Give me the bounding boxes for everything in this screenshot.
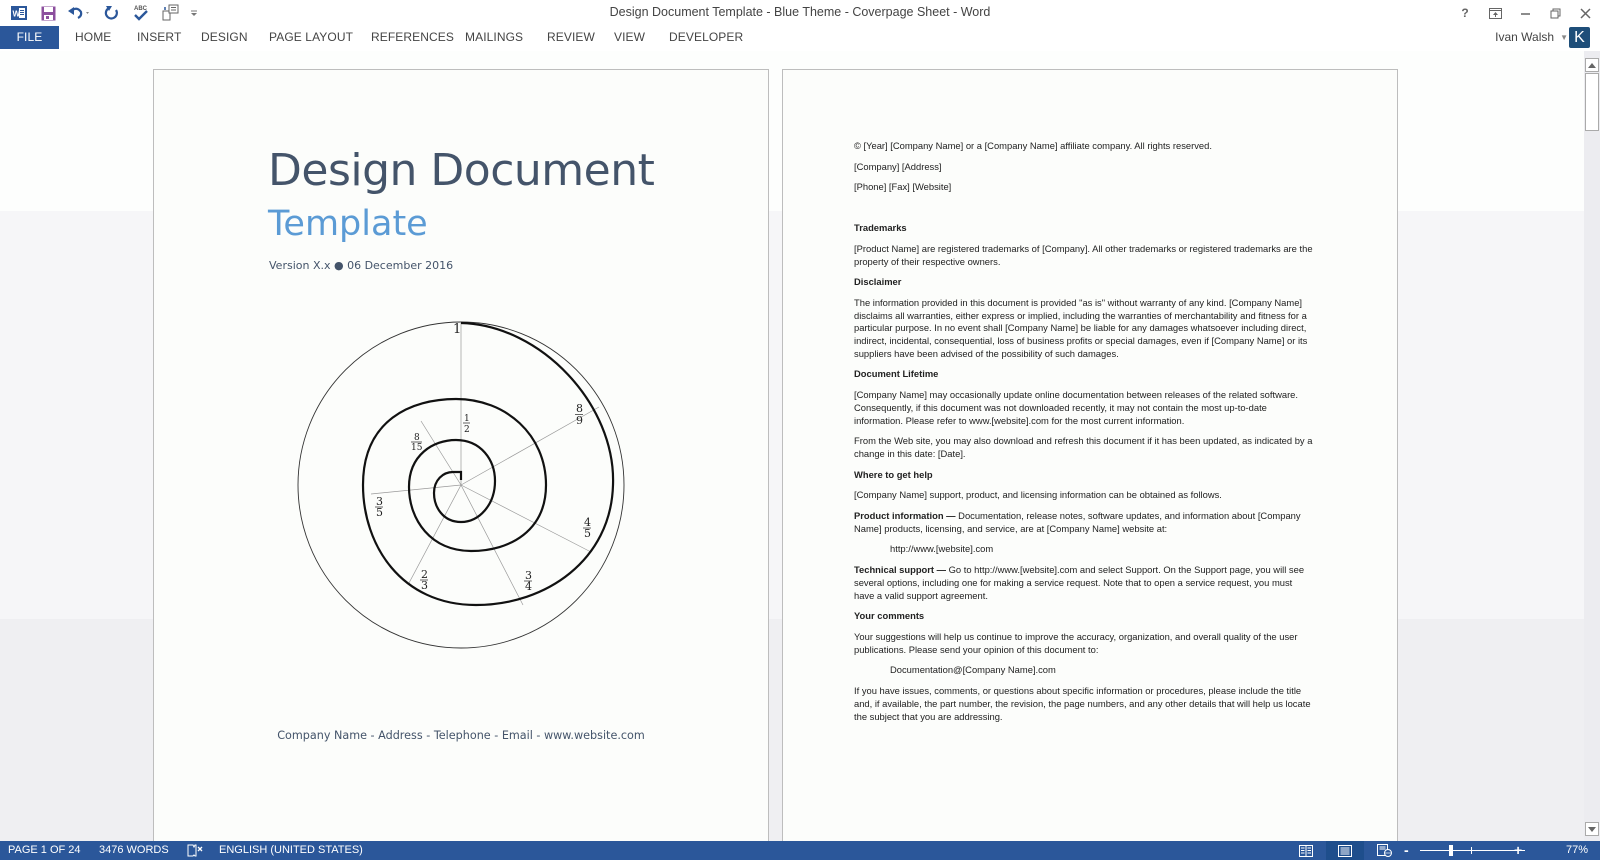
product-url[interactable]: http://www.[website].com: [854, 543, 1314, 556]
zoom-slider-track[interactable]: [1420, 850, 1525, 851]
tab-review[interactable]: REVIEW: [547, 26, 595, 49]
issues-text: If you have issues, comments, or questio…: [854, 685, 1311, 722]
read-mode-button[interactable]: [1288, 841, 1324, 860]
ribbon-tabs: FILE HOME INSERT DESIGN PAGE LAYOUT REFE…: [0, 26, 1600, 51]
tab-home[interactable]: HOME: [75, 26, 111, 49]
scrollbar-thumb[interactable]: [1585, 73, 1599, 131]
spiral-curve: [361, 321, 615, 607]
spiral-label-8-15: 8: [414, 433, 420, 443]
restore-button[interactable]: [1540, 0, 1570, 26]
legal-content: © [Year] [Company Name] or a [Company Na…: [854, 140, 1314, 731]
spiral-spokes: [370, 323, 600, 606]
title-bar: W ABC Design Document Template - Blue Th…: [0, 0, 1600, 26]
trademarks-text: [Product Name] are registered trademarks…: [854, 242, 1313, 267]
tab-mailings[interactable]: MAILINGS: [465, 26, 523, 49]
web-layout-icon: [1376, 844, 1392, 857]
tech-support-label: Technical support —: [854, 564, 947, 576]
user-account-menu[interactable]: Ivan Walsh ▼: [1495, 28, 1568, 50]
read-mode-icon: [1299, 844, 1313, 857]
arrow-up-icon: [1588, 62, 1596, 68]
spiral-label-1-2: 1: [464, 414, 470, 424]
word-count[interactable]: 3476 WORDS: [99, 841, 169, 860]
lifetime-heading: Document Lifetime: [854, 368, 939, 380]
cover-title: Design Document: [268, 145, 655, 196]
tab-developer[interactable]: DEVELOPER: [669, 26, 743, 49]
spiral-label-3-5-den: 5: [376, 506, 383, 519]
web-layout-button[interactable]: [1366, 841, 1402, 860]
cover-footer: Company Name - Address - Telephone - Ema…: [277, 729, 645, 742]
spiral-label-1: 1: [453, 322, 461, 337]
tab-file[interactable]: FILE: [0, 26, 59, 49]
disclaimer-text: The information provided in this documen…: [854, 296, 1308, 359]
status-bar: PAGE 1 OF 24 3476 WORDS ENGLISH (UNITED …: [0, 841, 1600, 860]
cover-version-date: Version X.x ● 06 December 2016: [269, 259, 454, 272]
lifetime-text-1: [Company Name] may occasionally update o…: [854, 389, 1299, 426]
document-canvas[interactable]: Design Document Template Version X.x ● 0…: [0, 51, 1584, 841]
minimize-button[interactable]: [1510, 0, 1540, 26]
scroll-up-button[interactable]: [1585, 58, 1599, 72]
window-controls: ?: [1450, 0, 1600, 26]
tab-design[interactable]: DESIGN: [201, 26, 248, 49]
zoom-out-button[interactable]: -: [1404, 841, 1409, 860]
page-count[interactable]: PAGE 1 OF 24: [8, 841, 81, 860]
tab-view[interactable]: VIEW: [614, 26, 645, 49]
spiral-label-8-15-den: 15: [411, 443, 423, 453]
spiral-label-1-2-den: 2: [464, 425, 470, 435]
spiral-label-4-5-den: 5: [584, 527, 591, 540]
comments-text: Your suggestions will help us continue t…: [854, 630, 1298, 655]
company-contact: [Phone] [Fax] [Website]: [854, 181, 952, 193]
product-info: Product information — Documentation, rel…: [854, 510, 1314, 535]
tab-insert[interactable]: INSERT: [137, 26, 181, 49]
zoom-level[interactable]: 77%: [1566, 841, 1588, 860]
vertical-scrollbar[interactable]: [1584, 51, 1600, 841]
print-layout-button[interactable]: [1326, 841, 1364, 860]
page-cover[interactable]: Design Document Template Version X.x ● 0…: [153, 69, 769, 841]
cover-subtitle: Template: [268, 204, 428, 244]
arrow-down-icon: [1588, 826, 1596, 832]
copyright-line: © [Year] [Company Name] or a [Company Na…: [854, 140, 1212, 151]
zoom-slider-center-mark: [1471, 847, 1472, 854]
scroll-down-button[interactable]: [1585, 822, 1599, 836]
zoom-slider-thumb[interactable]: [1449, 845, 1453, 856]
user-name: Ivan Walsh: [1495, 30, 1555, 44]
product-info-label: Product information —: [854, 510, 956, 522]
print-layout-icon: [1338, 844, 1352, 857]
window-title: Design Document Template - Blue Theme - …: [609, 5, 991, 19]
spiral-label-8-9-den: 9: [576, 414, 583, 427]
disclaimer-heading: Disclaimer: [854, 276, 902, 288]
spiral-illustration: 1 8 9 4 5 3 4 2 3 3 5 8 15 1 2: [297, 321, 625, 649]
spiral-label-3-4-den: 4: [525, 580, 532, 593]
proofing-icon[interactable]: [187, 844, 203, 858]
comments-heading: Your comments: [854, 610, 925, 622]
tab-references[interactable]: REFERENCES: [371, 26, 454, 49]
page-legal[interactable]: © [Year] [Company Name] or a [Company Na…: [782, 69, 1398, 841]
zoom-in-button[interactable]: +: [1514, 841, 1522, 860]
tech-support: Technical support — Go to http://www.[we…: [854, 564, 1314, 602]
tab-page-layout[interactable]: PAGE LAYOUT: [269, 26, 353, 49]
help-text: [Company Name] support, product, and lic…: [854, 489, 1222, 501]
spiral-labels: 1 8 9 4 5 3 4 2 3 3 5 8 15 1 2: [376, 322, 591, 593]
help-heading: Where to get help: [854, 468, 933, 480]
ribbon-display-options-button[interactable]: [1480, 0, 1510, 26]
chevron-down-icon: ▼: [1560, 32, 1568, 42]
avatar[interactable]: K: [1569, 27, 1590, 48]
close-button[interactable]: [1570, 0, 1600, 26]
language-indicator[interactable]: ENGLISH (UNITED STATES): [219, 841, 363, 860]
spiral-label-2-3-den: 3: [421, 579, 428, 592]
lifetime-text-2: From the Web site, you may also download…: [854, 435, 1313, 459]
comments-email[interactable]: Documentation@[Company Name].com: [854, 664, 1314, 677]
trademarks-heading: Trademarks: [854, 222, 907, 234]
company-address: [Company] [Address]: [854, 160, 942, 172]
help-button[interactable]: ?: [1450, 0, 1480, 26]
